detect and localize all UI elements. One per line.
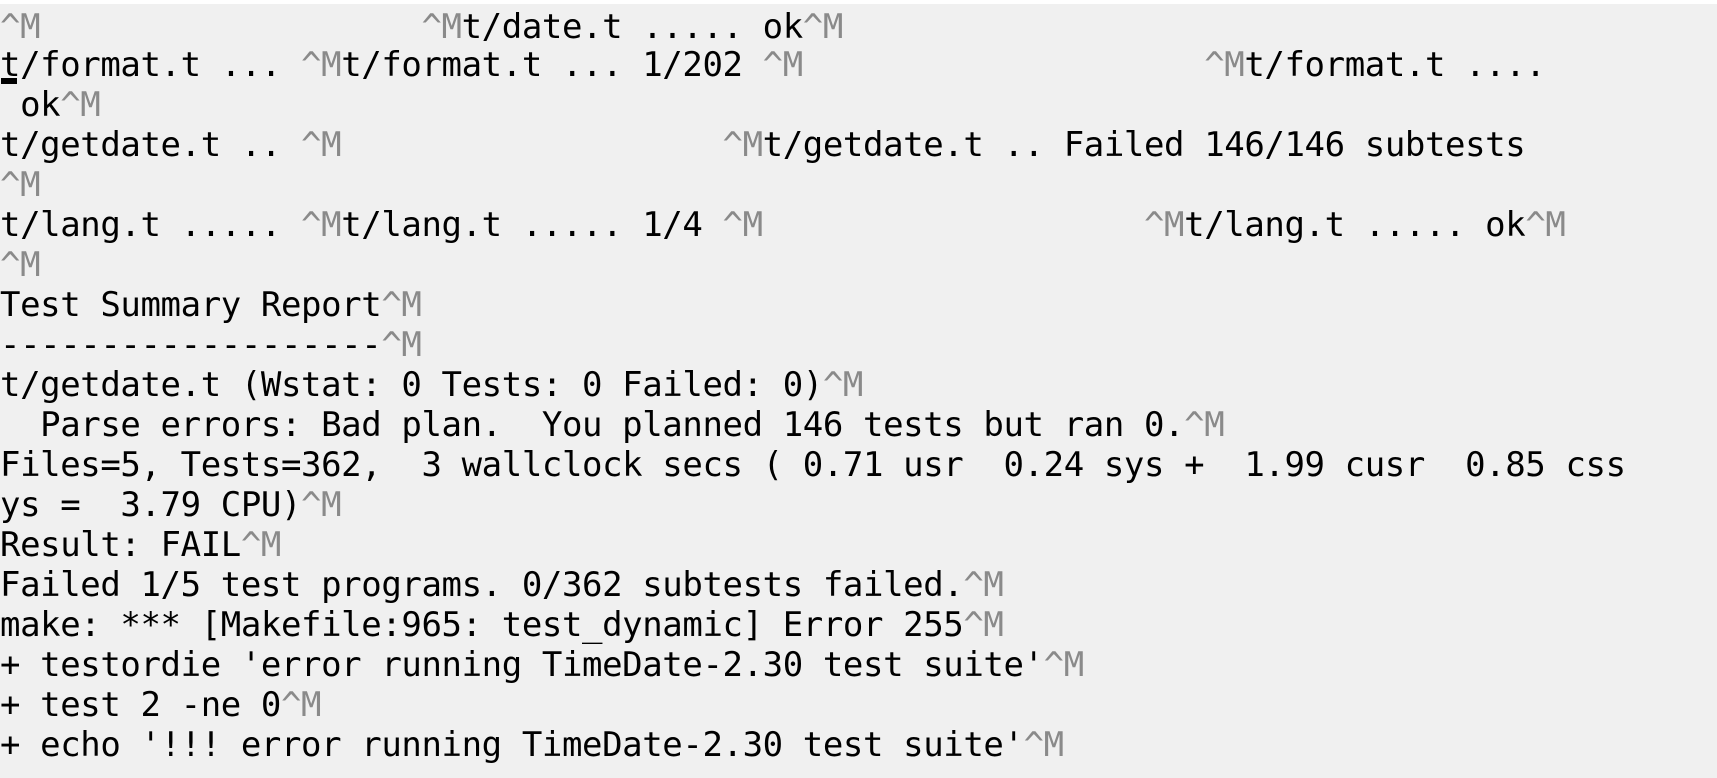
line-parse-errors: Parse errors: Bad plan. You planned 146 …	[0, 405, 1225, 445]
line-files-tests: Files=5, Tests=362, 3 wallclock secs ( 0…	[0, 445, 1626, 485]
line-getdate-wstat: t/getdate.t (Wstat: 0 Tests: 0 Failed: 0…	[0, 365, 863, 405]
line-cr-2: ^M	[0, 245, 41, 285]
terminal-output[interactable]: ^M ^Mt/date.t ..... ok^M t/format.t ... …	[0, 0, 1717, 778]
line-summary-rule: -------------------^M	[0, 325, 422, 365]
line-cpu-time: ys = 3.79 CPU)^M	[0, 485, 342, 525]
top-edge	[0, 0, 1717, 4]
line-echo-error: + echo '!!! error running TimeDate-2.30 …	[0, 725, 1064, 765]
line-result: Result: FAIL^M	[0, 525, 281, 565]
line-date-ok: ^M ^Mt/date.t ..... ok^M	[0, 7, 843, 47]
line-format-progress: t/format.t ... ^Mt/format.t ... 1/202 ^M…	[0, 45, 1546, 85]
line-cr-1: ^M	[0, 165, 41, 205]
line-test-ne: + test 2 -ne 0^M	[0, 685, 322, 725]
line-testordie: + testordie 'error running TimeDate-2.30…	[0, 645, 1084, 685]
line-failed-programs: Failed 1/5 test programs. 0/362 subtests…	[0, 565, 1004, 605]
line-getdate-failed: t/getdate.t .. ^M ^Mt/getdate.t .. Faile…	[0, 125, 1526, 165]
line-make-error: make: *** [Makefile:965: test_dynamic] E…	[0, 605, 1004, 645]
line-format-ok: ok^M	[0, 85, 101, 125]
line-summary-title: Test Summary Report^M	[0, 285, 422, 325]
line-lang-ok: t/lang.t ..... ^Mt/lang.t ..... 1/4 ^M ^…	[0, 205, 1566, 245]
